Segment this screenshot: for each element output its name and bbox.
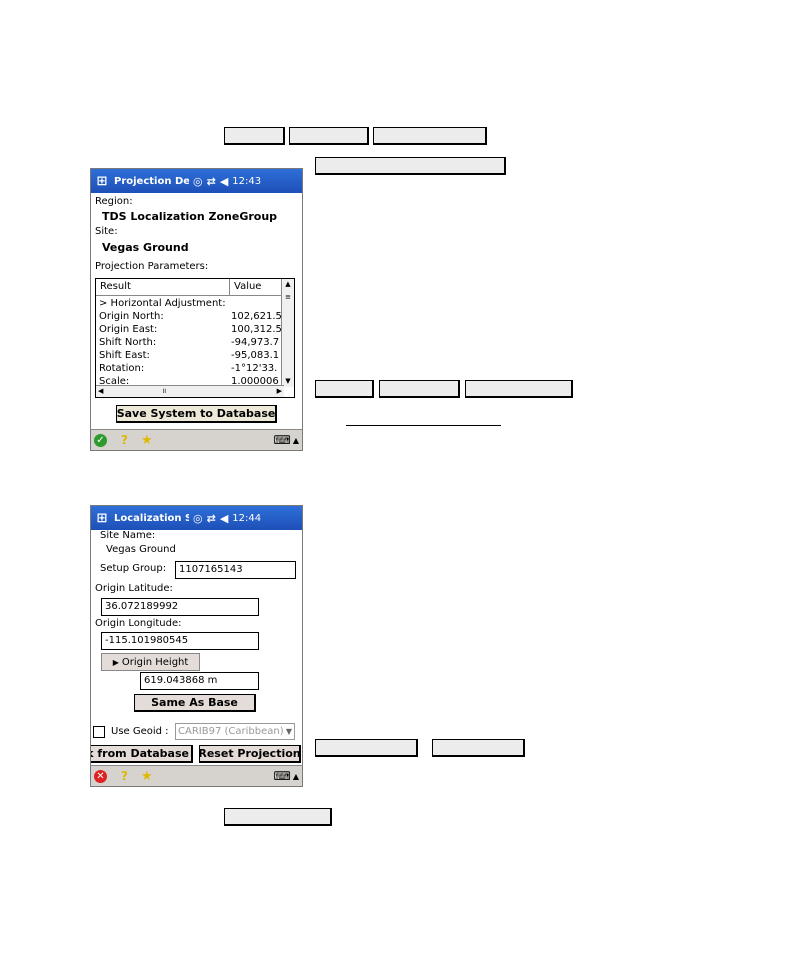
title-bar: ⊞ Projection Det ◎ ⇄ ◀ 12:43	[91, 169, 302, 193]
doc-underline	[346, 425, 501, 426]
favorites-star-icon[interactable]: ★	[141, 769, 153, 784]
window-title: Projection Det	[114, 175, 189, 187]
doc-button-2[interactable]	[289, 127, 369, 145]
projection-parameters-label: Projection Parameters:	[95, 261, 209, 272]
origin-latitude-label: Origin Latitude:	[95, 583, 173, 594]
window-title: Localization Se	[114, 512, 189, 524]
scroll-right-icon[interactable]: ▶	[277, 386, 282, 397]
scroll-up-icon[interactable]: ▲	[282, 279, 294, 290]
doc-button-1[interactable]	[224, 127, 285, 145]
column-header-value[interactable]: Value	[230, 279, 284, 295]
sync-icon[interactable]: ◎	[193, 175, 203, 188]
keyboard-icon[interactable]: ⌨	[274, 433, 291, 447]
help-icon[interactable]: ?	[121, 433, 128, 447]
clock[interactable]: 12:43	[232, 176, 261, 187]
doc-button-6[interactable]	[379, 380, 460, 398]
reset-projection-label: Reset Projection	[199, 747, 301, 760]
origin-height-label: Origin Height	[121, 656, 189, 668]
windows-start-icon[interactable]: ⊞	[93, 172, 111, 190]
table-row[interactable]: Origin East: 100,312.5	[99, 323, 283, 336]
region-label: Region:	[95, 196, 133, 207]
ok-icon[interactable]: ✓	[94, 433, 107, 447]
origin-height-input[interactable]: 619.043868 m	[140, 672, 259, 690]
volume-icon[interactable]: ◀	[220, 175, 228, 188]
reset-projection-button[interactable]: Reset Projection	[199, 745, 301, 763]
connectivity-icon[interactable]: ⇄	[207, 175, 216, 188]
projection-parameters-grid[interactable]: Result Value > Horizontal Adjustment: Or…	[95, 278, 295, 398]
chevron-down-icon[interactable]: ▼	[286, 724, 292, 739]
table-row[interactable]: > Horizontal Adjustment:	[99, 297, 283, 310]
column-header-result[interactable]: Result	[96, 279, 230, 295]
input-menu-arrow-icon[interactable]: ▲	[293, 436, 299, 445]
site-value: Vegas Ground	[102, 241, 189, 254]
origin-height-button[interactable]: ▶ Origin Height	[101, 653, 200, 671]
sync-icon[interactable]: ◎	[193, 512, 203, 525]
scroll-left-icon[interactable]: ◀	[98, 386, 103, 397]
connectivity-icon[interactable]: ⇄	[207, 512, 216, 525]
keyboard-icon[interactable]: ⌨	[274, 769, 291, 783]
site-label: Site:	[95, 226, 118, 237]
projection-details-screen: ⊞ Projection Det ◎ ⇄ ◀ 12:43 Region: TDS…	[90, 168, 303, 451]
volume-icon[interactable]: ◀	[220, 512, 228, 525]
table-row[interactable]: Origin North: 102,621.5	[99, 310, 283, 323]
table-row[interactable]: Shift East: -95,083.1	[99, 349, 283, 362]
use-geoid-checkbox[interactable]	[93, 726, 105, 738]
doc-button-10[interactable]	[224, 808, 332, 826]
table-row[interactable]: Rotation: -1°12'33.	[99, 362, 283, 375]
localization-setup-screen: ⊞ Localization Se ◎ ⇄ ◀ 12:44 Site Name:…	[90, 505, 303, 787]
doc-button-4[interactable]	[315, 157, 506, 175]
input-menu-arrow-icon[interactable]: ▲	[293, 772, 299, 781]
region-value: TDS Localization ZoneGroup	[102, 210, 278, 223]
geoid-select-value: CARIB97 (Caribbean)	[178, 726, 284, 737]
origin-longitude-input[interactable]: -115.101980545	[101, 632, 259, 650]
command-bar: ✕ ? ★ ⌨ ▲	[91, 765, 302, 786]
scroll-thumb[interactable]: ≡	[282, 292, 294, 303]
pick-from-database-label: Pick from Database	[91, 747, 189, 760]
doc-button-3[interactable]	[373, 127, 487, 145]
expand-right-icon: ▶	[112, 657, 119, 667]
grid-header: Result Value	[96, 279, 284, 296]
doc-button-5[interactable]	[315, 380, 374, 398]
table-row[interactable]: Shift North: -94,973.7	[99, 336, 283, 349]
doc-button-8[interactable]	[315, 739, 418, 757]
same-as-base-button[interactable]: Same As Base	[134, 694, 256, 712]
use-geoid-label: Use Geoid :	[111, 726, 169, 737]
origin-longitude-label: Origin Longitude:	[95, 618, 182, 629]
pick-from-database-button[interactable]: Pick from Database	[91, 745, 193, 763]
doc-button-9[interactable]	[432, 739, 525, 757]
windows-start-icon[interactable]: ⊞	[93, 509, 111, 527]
horizontal-scrollbar[interactable]: ◀ ॥ ▶	[96, 385, 284, 397]
title-bar: ⊞ Localization Se ◎ ⇄ ◀ 12:44	[91, 506, 302, 530]
same-as-base-label: Same As Base	[151, 696, 238, 709]
origin-latitude-input[interactable]: 36.072189992	[101, 598, 259, 616]
site-name-value: Vegas Ground	[106, 544, 176, 555]
doc-button-7[interactable]	[465, 380, 573, 398]
command-bar: ✓ ? ★ ⌨ ▲	[91, 429, 302, 450]
save-system-to-database-button[interactable]: Save System to Database	[116, 405, 277, 423]
geoid-select[interactable]: CARIB97 (Caribbean) ▼	[175, 723, 295, 740]
setup-group-label: Setup Group:	[100, 563, 167, 574]
vertical-scrollbar[interactable]: ▲ ≡ ▼	[281, 279, 294, 387]
favorites-star-icon[interactable]: ★	[141, 433, 153, 448]
help-icon[interactable]: ?	[121, 769, 128, 783]
close-icon[interactable]: ✕	[94, 769, 107, 783]
clock[interactable]: 12:44	[232, 513, 261, 524]
site-name-label: Site Name:	[100, 530, 156, 541]
scroll-thumb-horizontal[interactable]: ॥	[162, 386, 166, 397]
setup-group-input[interactable]: 1107165143	[175, 561, 296, 579]
